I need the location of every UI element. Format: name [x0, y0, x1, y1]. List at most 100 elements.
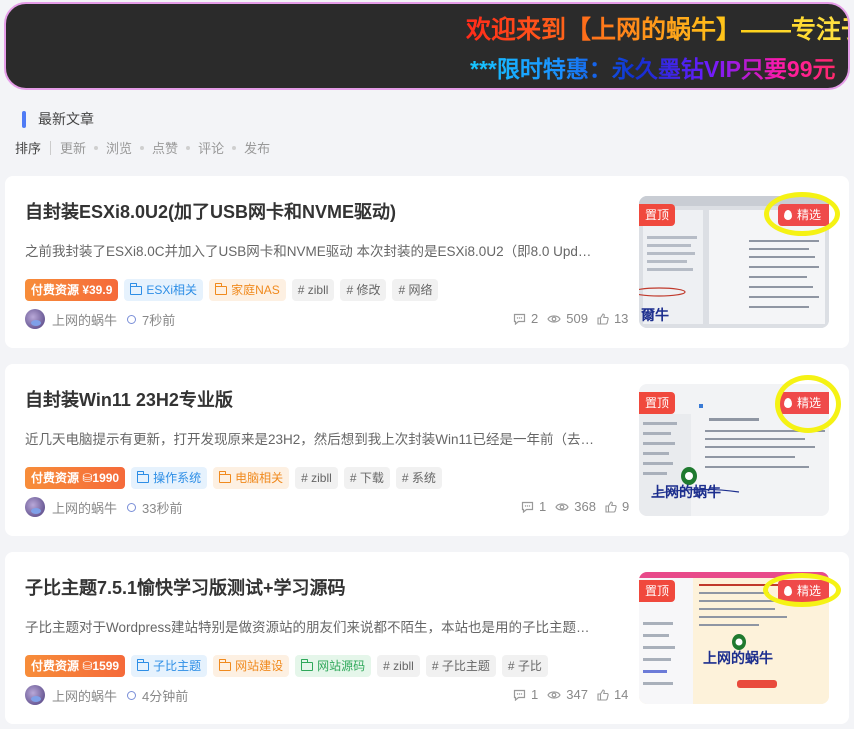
keyword-tag[interactable]: # 修改 — [340, 279, 387, 301]
like-count: 13 — [613, 311, 629, 326]
post-title[interactable]: 子比主题7.5.1愉快学习版测试+学习源码 — [25, 574, 346, 600]
keyword-tag[interactable]: # 网络 — [392, 279, 439, 301]
separator-dot — [186, 145, 191, 150]
highlight-ring — [775, 375, 841, 433]
keyword-tag[interactable]: # zibll — [291, 279, 335, 301]
post-tags: 付费资源 ¥39.9 ESXi相关 家庭NAS # zibll # 修改 # 网… — [25, 279, 439, 301]
post-stats: 2 509 13 — [513, 311, 628, 326]
tag-label: 网站建设 — [235, 659, 284, 673]
thumbnail-caption: 上网的蜗牛 — [703, 651, 773, 667]
folder-icon — [214, 282, 228, 295]
post-excerpt: 子比主题对于Wordpress建站特别是做资源站的朋友们来说都不陌生，本站也是用… — [25, 620, 590, 635]
sort-label: 排序 — [15, 141, 42, 156]
category-tag[interactable]: 网站源码 — [295, 655, 372, 677]
tag-label: 子比主题 — [153, 659, 202, 673]
comment-count: 1 — [539, 499, 547, 514]
comment-count: 2 — [531, 311, 539, 326]
view-count: 347 — [566, 687, 588, 702]
thumbs-up-icon — [597, 688, 609, 701]
post-time: 33秒前 — [142, 500, 183, 516]
view-count: 509 — [566, 311, 588, 326]
sort-option-update[interactable]: 更新 — [60, 138, 86, 157]
keyword-tag[interactable]: # 子比主题 — [425, 655, 496, 677]
clock-icon — [127, 314, 137, 324]
category-tag[interactable]: 子比主题 — [131, 655, 208, 677]
keyword-tag[interactable]: # zibll — [377, 655, 420, 677]
comment-icon — [513, 689, 526, 701]
tag-label: 操作系统 — [153, 471, 202, 485]
post-card[interactable]: 自封装ESXi8.0U2(加了USB网卡和NVME驱动) 之前我封装了ESXi8… — [5, 176, 849, 348]
post-card[interactable]: 自封装Win11 23H2专业版 近几天电脑提示有更新，打开发现原来是23H2，… — [5, 364, 849, 536]
pinned-badge: 置顶 — [639, 580, 676, 602]
like-count: 9 — [621, 499, 630, 514]
sort-option-published[interactable]: 发布 — [244, 138, 270, 157]
keyword-tag[interactable]: # zibll — [295, 467, 338, 489]
post-tags: 付费资源 ⛁1599 子比主题 网站建设 网站源码 # zibll # 子比主题… — [25, 655, 548, 677]
folder-icon — [136, 658, 150, 671]
keyword-tag[interactable]: # 下载 — [343, 467, 390, 489]
post-meta: 上网的蜗牛 33秒前 — [25, 497, 182, 517]
author-name[interactable]: 上网的蜗牛 — [52, 686, 117, 705]
author-name[interactable]: 上网的蜗牛 — [52, 310, 117, 329]
divider — [50, 140, 52, 155]
section-title: 最新文章 — [38, 111, 94, 127]
avatar[interactable] — [25, 309, 45, 329]
sort-option-views[interactable]: 浏览 — [106, 138, 132, 157]
sort-option-comments[interactable]: 评论 — [198, 138, 224, 157]
post-meta: 上网的蜗牛 7秒前 — [25, 309, 175, 329]
section-header: 最新文章 — [22, 110, 94, 128]
post-excerpt: 近几天电脑提示有更新，打开发现原来是23H2，然后想到我上次封装Win11已经是… — [25, 432, 595, 447]
eye-icon — [547, 314, 561, 323]
category-tag[interactable]: 操作系统 — [131, 467, 208, 489]
view-count: 368 — [574, 499, 596, 514]
price-tag[interactable]: 付费资源 ⛁1599 — [25, 655, 126, 677]
tag-label: 电脑相关 — [235, 471, 284, 485]
highlight-ring — [763, 573, 841, 607]
post-card[interactable]: 子比主题7.5.1愉快学习版测试+学习源码 子比主题对于Wordpress建站特… — [5, 552, 849, 724]
tag-label: 家庭NAS — [231, 283, 280, 297]
folder-icon — [300, 658, 314, 671]
post-time: 7秒前 — [142, 312, 176, 328]
comment-icon — [521, 501, 534, 513]
avatar[interactable] — [25, 497, 45, 517]
comment-count: 1 — [531, 687, 539, 702]
eye-icon — [555, 502, 569, 511]
clock-icon — [127, 502, 137, 512]
avatar[interactable] — [25, 685, 45, 705]
separator-dot — [94, 145, 99, 150]
announcement-banner: 欢迎来到【上网的蜗牛】——专注于 ***限时特惠：永久墨钻VIP只要99元 — [4, 2, 850, 90]
separator-dot — [232, 145, 237, 150]
eye-icon — [547, 690, 561, 699]
clock-icon — [127, 690, 137, 700]
post-stats: 1 368 9 — [521, 499, 629, 514]
banner-promo-text: ***限时特惠：永久墨钻VIP只要99元 — [470, 50, 836, 84]
pinned-badge: 置顶 — [639, 392, 676, 414]
author-name[interactable]: 上网的蜗牛 — [52, 498, 117, 517]
post-meta: 上网的蜗牛 4分钟前 — [25, 685, 188, 705]
tag-label: 网站源码 — [317, 659, 366, 673]
post-title[interactable]: 自封装ESXi8.0U2(加了USB网卡和NVME驱动) — [25, 198, 396, 224]
folder-icon — [218, 470, 232, 483]
thumbs-up-icon — [605, 500, 617, 513]
pinned-badge: 置顶 — [639, 204, 676, 226]
category-tag[interactable]: 电脑相关 — [213, 467, 290, 489]
post-tags: 付费资源 ⛁1990 操作系统 电脑相关 # zibll # 下载 # 系统 — [25, 467, 442, 489]
sort-option-likes[interactable]: 点赞 — [152, 138, 178, 157]
keyword-tag[interactable]: # 系统 — [395, 467, 442, 489]
folder-icon — [129, 282, 143, 295]
category-tag[interactable]: 网站建设 — [213, 655, 290, 677]
post-stats: 1 347 14 — [513, 687, 628, 702]
category-tag[interactable]: 家庭NAS — [209, 279, 286, 301]
post-excerpt: 之前我封装了ESXi8.0C并加入了USB网卡和NVME驱动 本次封装的是ESX… — [25, 244, 592, 259]
thumbs-up-icon — [597, 312, 609, 325]
price-tag[interactable]: 付费资源 ¥39.9 — [25, 279, 119, 301]
separator-dot — [140, 145, 145, 150]
category-tag[interactable]: ESXi相关 — [124, 279, 204, 301]
tag-label: ESXi相关 — [146, 283, 198, 297]
banner-welcome-text: 欢迎来到【上网的蜗牛】——专注于 — [466, 10, 848, 46]
keyword-tag[interactable]: # 子比 — [501, 655, 548, 677]
folder-icon — [218, 658, 232, 671]
price-tag[interactable]: 付费资源 ⛁1990 — [25, 467, 126, 489]
post-title[interactable]: 自封装Win11 23H2专业版 — [25, 386, 233, 412]
comment-icon — [513, 313, 526, 325]
